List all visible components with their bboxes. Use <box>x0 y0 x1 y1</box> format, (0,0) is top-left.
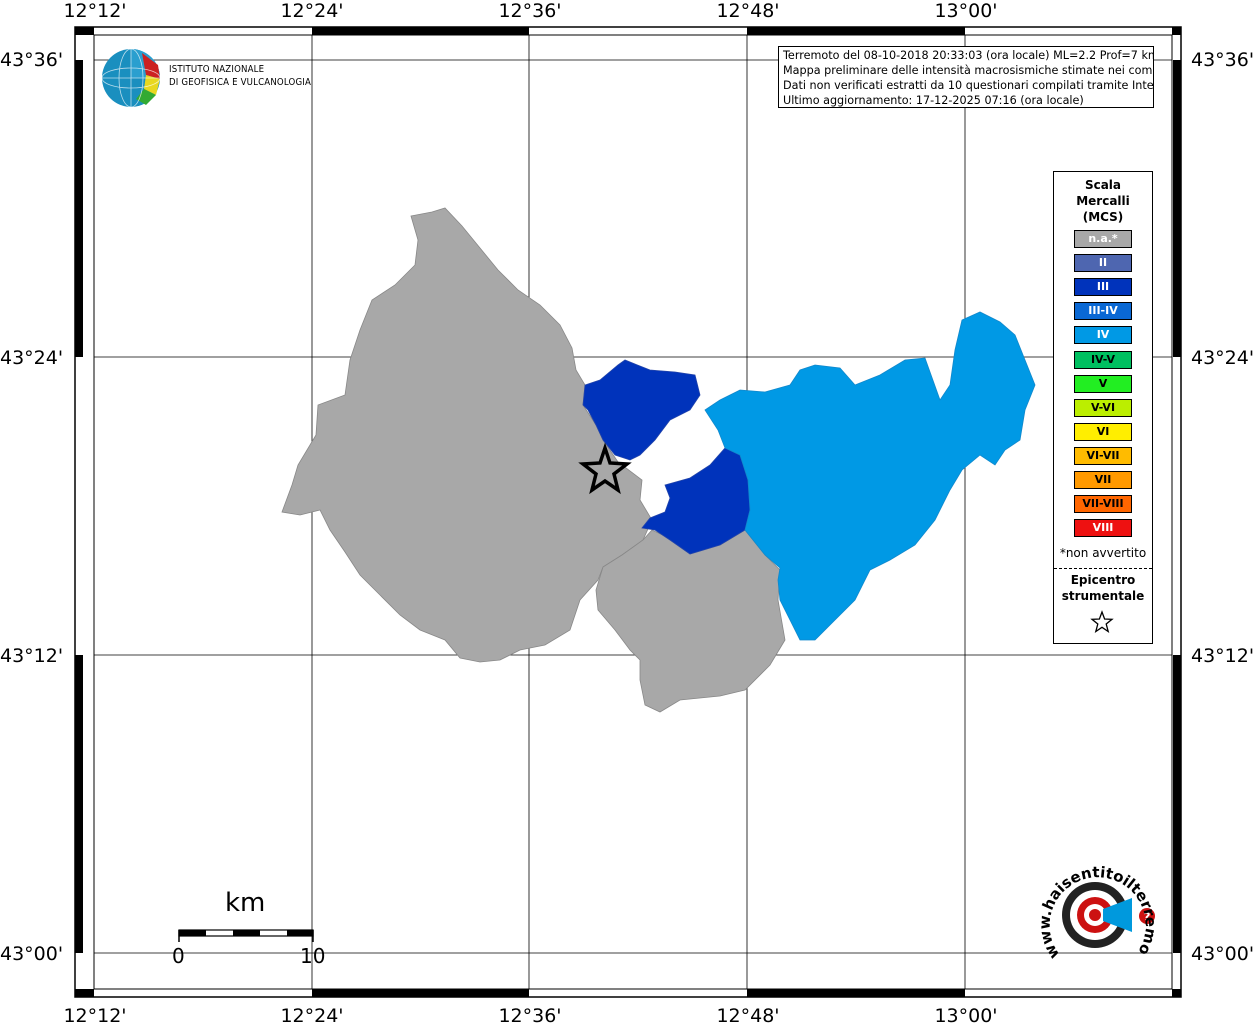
lon-label: 12°12' <box>63 1005 126 1024</box>
ingv-logo <box>101 47 164 113</box>
lat-label: 43°12' <box>1191 645 1254 667</box>
ingv-name-line2: DI GEOFISICA E VULCANOLOGIA <box>169 77 312 88</box>
event-info-box: Terremoto del 08-10-2018 20:33:03 (ora l… <box>778 46 1154 108</box>
lon-label: 12°12' <box>63 0 126 22</box>
lon-labels-top: 12°12' 12°24' 12°36' 12°48' 13°00' <box>63 0 997 22</box>
event-info-line4: Ultimo aggiornamento: 17-12-2025 07:16 (… <box>783 94 1084 107</box>
lon-label: 12°24' <box>280 1005 343 1024</box>
lat-label: 43°36' <box>0 49 63 71</box>
legend-level: VIII <box>1074 519 1132 538</box>
legend-epicentro: Epicentro strumentale <box>1054 572 1152 604</box>
legend-title-line2: Mercalli <box>1076 194 1130 208</box>
event-info-line3: Dati non verificati estratti da 10 quest… <box>783 79 1154 92</box>
legend-level: n.a.* <box>1074 230 1132 248</box>
ingv-name: ISTITUTO NAZIONALE DI GEOFISICA E VULCAN… <box>169 63 311 89</box>
event-info-line2: Mappa preliminare delle intensità macros… <box>783 64 1154 77</box>
legend-title: Scala Mercalli (MCS) <box>1054 177 1152 225</box>
legend-level: VII <box>1074 471 1132 489</box>
scale-end: 10 <box>300 944 326 968</box>
legend-divider <box>1054 568 1152 569</box>
lat-label: 43°00' <box>1191 943 1254 965</box>
lat-label: 43°24' <box>1191 347 1254 369</box>
legend-star-icon <box>1090 610 1114 638</box>
legend-level: III <box>1074 278 1132 297</box>
legend-level: V <box>1074 374 1132 393</box>
legend-level: V-VI <box>1074 398 1132 417</box>
lon-label: 12°24' <box>280 0 343 22</box>
legend-epicentro-line1: Epicentro <box>1070 573 1136 587</box>
lon-label: 12°48' <box>716 0 779 22</box>
scale-unit: km <box>225 888 266 918</box>
ingv-name-line1: ISTITUTO NAZIONALE <box>169 64 265 75</box>
legend-epicentro-line2: strumentale <box>1061 589 1145 603</box>
legend-level: III-IV <box>1074 302 1132 321</box>
legend-title-line1: Scala <box>1084 178 1122 192</box>
scale-start: 0 <box>172 944 185 968</box>
lon-label: 12°36' <box>498 0 561 22</box>
lon-labels-bottom: 12°12' 12°24' 12°36' 12°48' 13°00' <box>63 1005 997 1024</box>
legend-note: *non avvertito <box>1059 546 1147 560</box>
legend-title-line3: (MCS) <box>1082 210 1124 224</box>
lat-label: 43°24' <box>0 347 63 369</box>
lon-label: 12°36' <box>498 1005 561 1024</box>
legend-level: VI-VII <box>1074 446 1132 465</box>
lon-label: 12°48' <box>716 1005 779 1024</box>
lat-label: 43°00' <box>0 943 63 965</box>
lon-label: 13°00' <box>934 0 997 22</box>
legend-level: IV <box>1074 326 1132 345</box>
legend-level: VI <box>1074 422 1132 441</box>
legend-level: IV-V <box>1074 350 1132 369</box>
event-info-line1: Terremoto del 08-10-2018 20:33:03 (ora l… <box>783 49 1154 62</box>
mcs-legend: Scala Mercalli (MCS) n.a.* II III III-IV IV I… <box>1053 171 1153 644</box>
lon-label: 13°00' <box>934 1005 997 1024</box>
lat-labels-right: 43°36' 43°24' 43°12' 43°00' <box>1191 49 1254 965</box>
lat-labels-left: 43°36' 43°24' 43°12' 43°00' <box>0 49 63 965</box>
lat-label: 43°36' <box>1191 49 1254 71</box>
legend-level: II <box>1074 254 1132 273</box>
legend-level: VII-VIII <box>1074 495 1132 514</box>
lat-label: 43°12' <box>0 645 63 667</box>
